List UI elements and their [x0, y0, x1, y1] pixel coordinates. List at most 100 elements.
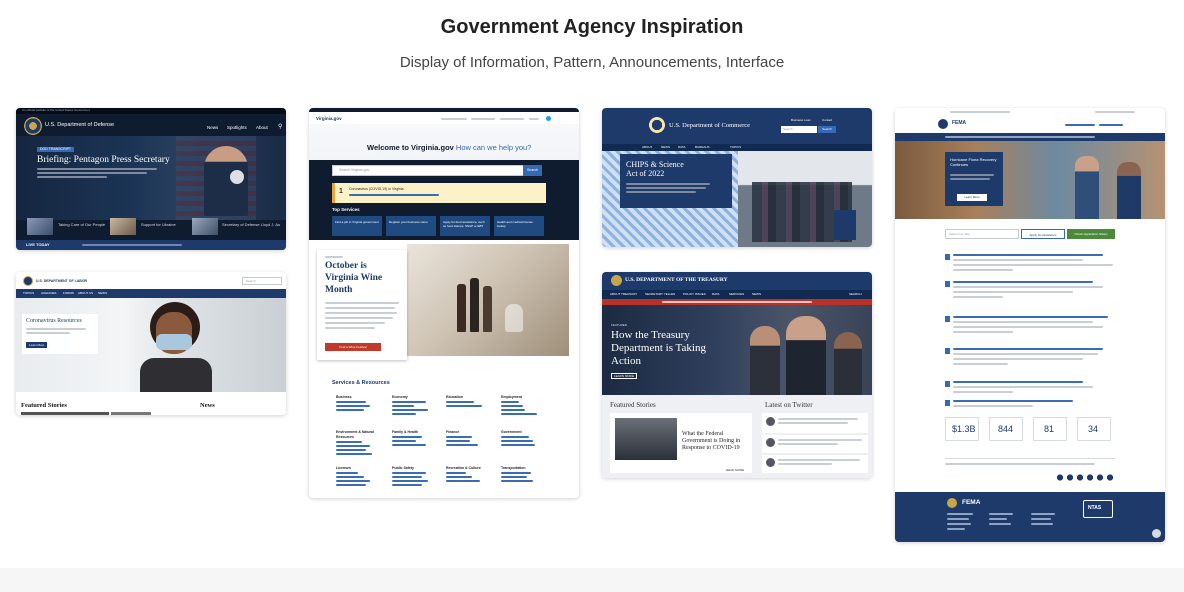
fema-check-button[interactable]: Check Application Status — [1067, 229, 1115, 239]
va-col-education[interactable]: Education — [446, 395, 463, 399]
dod-nav-spotlights[interactable]: Spotlights — [227, 125, 247, 130]
fema-footer — [895, 492, 1165, 542]
va-service-2[interactable] — [386, 216, 436, 236]
dol-news-image[interactable] — [111, 412, 151, 415]
news-doc-icon — [945, 316, 950, 322]
thumb-1-image[interactable] — [27, 218, 53, 235]
commerce-hero-title[interactable]: CHIPS & Science Act of 2022 — [626, 160, 696, 178]
va-search-placeholder: Search Virginia.gov — [339, 168, 370, 172]
va-service-2-label[interactable]: Register your business name — [389, 220, 433, 224]
card-commerce[interactable]: U.S. Department of Commerce Business Loa… — [602, 108, 872, 247]
fema-worker-1 — [1075, 156, 1099, 219]
commerce-nav-about[interactable]: ABOUT — [642, 145, 652, 149]
va-col-finance[interactable]: Finance — [446, 430, 459, 434]
treasury-story-button[interactable]: READ MORE — [726, 468, 744, 472]
thumb-2-image[interactable] — [110, 218, 136, 235]
treasury-nav-policy[interactable]: POLICY ISSUES — [683, 292, 706, 296]
commerce-nav-topics[interactable]: TOPICS — [730, 145, 741, 149]
card-fema[interactable]: FEMA Hurricane Fiona Recovery Continues … — [895, 108, 1165, 542]
dol-person-body — [140, 358, 212, 392]
dol-featured-heading: Featured Stories — [21, 402, 67, 409]
dod-nav-about[interactable]: About — [256, 125, 268, 130]
dol-nav-topics[interactable]: TOPICS — [23, 291, 34, 295]
dol-hero-button[interactable]: Learn More — [26, 342, 48, 348]
treasury-nav-data[interactable]: DATA — [712, 292, 720, 296]
va-col-employment[interactable]: Employment — [501, 395, 522, 399]
va-welcome-bold: Welcome to Virginia.gov — [367, 143, 454, 152]
back-to-top-icon[interactable] — [1152, 529, 1161, 538]
treasury-story-image[interactable] — [615, 418, 677, 460]
va-alert-box[interactable] — [332, 183, 546, 203]
treasury-search[interactable]: SEARCH — [849, 292, 862, 296]
commerce-search-button[interactable]: Search — [818, 126, 836, 133]
dod-nav-news[interactable]: News — [207, 125, 218, 130]
dod-headline[interactable]: Briefing: Pentagon Press Secretary — [37, 155, 170, 165]
va-service-4-label[interactable]: Health and medical license lookup — [497, 220, 541, 228]
wine-glass — [505, 304, 523, 332]
va-col-economy[interactable]: Economy — [392, 395, 408, 399]
va-welcome: Welcome to Virginia.gov How can we help … — [367, 143, 531, 152]
dol-story-image[interactable] — [21, 412, 109, 415]
live-label[interactable]: LIVE TODAY — [26, 242, 50, 247]
va-col-recreation[interactable]: Recreation & Culture — [446, 466, 481, 470]
va-col-public-safety[interactable]: Public Safety — [392, 466, 414, 470]
va-col-transportation[interactable]: Transportation — [501, 466, 526, 470]
va-service-3-label[interactable]: Apply for food assistance, such as food … — [443, 220, 487, 228]
treasury-nav-services[interactable]: SERVICES — [729, 292, 744, 296]
treasury-hero-title[interactable]: How the Treasury Department is Taking Ac… — [611, 329, 733, 368]
fema-stat-1-value: $1.3B — [952, 424, 976, 434]
commerce-link-business[interactable]: Business Loan — [791, 118, 811, 122]
treasury-nav-secretary[interactable]: SECRETARY YELLEN — [645, 292, 675, 296]
fema-hero-title[interactable]: Hurricane Fiona Recovery Continues — [950, 157, 998, 167]
card-virginia[interactable]: Virginia.gov Welcome to Virginia.gov How… — [309, 108, 579, 498]
card-dol[interactable]: U.S. DEPARTMENT OF LABOR Search TOPICS A… — [16, 272, 286, 415]
page-bottom-band — [0, 568, 1184, 592]
dol-nav-forms[interactable]: FORMS — [63, 291, 74, 295]
va-logo[interactable]: Virginia.gov — [316, 116, 342, 121]
va-alert-title[interactable]: Coronavirus (COVID-19) in Virginia — [349, 187, 404, 191]
fema-search-placeholder: Search our Site — [949, 232, 970, 236]
commerce-nav-news[interactable]: NEWS — [661, 145, 670, 149]
va-col-licenses[interactable]: Licenses — [336, 466, 351, 470]
twitter-icon[interactable] — [546, 116, 551, 121]
treasury-story-title[interactable]: What the Federal Government is Doing in … — [682, 431, 748, 452]
fema-footer-seal-icon — [947, 498, 957, 508]
va-service-1[interactable] — [332, 216, 382, 236]
treasury-nav-news[interactable]: NEWS — [752, 292, 761, 296]
thumb-3-caption[interactable]: Secretary of Defense Lloyd J. Austin III — [222, 222, 280, 227]
va-col-family[interactable]: Family & Health — [392, 430, 418, 434]
dol-nav-about[interactable]: ABOUT US — [78, 291, 93, 295]
va-col-government[interactable]: Government — [501, 430, 522, 434]
news-doc-icon — [945, 348, 950, 354]
play-button-icon[interactable] — [230, 170, 244, 184]
commerce-nav-bureaus[interactable]: BUREAUS — [695, 145, 710, 149]
va-col-business[interactable]: Business — [336, 395, 352, 399]
fema-hero-button[interactable]: Learn More — [957, 194, 987, 201]
commerce-link-contact[interactable]: Contact — [822, 118, 832, 122]
search-icon[interactable]: ⚲ — [278, 123, 282, 130]
va-col-environment[interactable]: Environment & Natural Resources — [336, 430, 386, 439]
dol-nav-agencies[interactable]: AGENCIES — [41, 291, 57, 295]
treasury-nav-about[interactable]: ABOUT TREASURY — [610, 292, 637, 296]
social-icons[interactable] — [1057, 474, 1115, 481]
thumb-1-caption[interactable]: Taking Care of Our People — [58, 222, 114, 227]
treasury-brand: U.S. DEPARTMENT OF THE TREASURY — [625, 277, 728, 283]
va-top-services: Top Services — [332, 207, 360, 212]
commerce-seal-icon — [648, 116, 666, 134]
va-service-1-label[interactable]: Find a job in Virginia government — [335, 220, 379, 224]
thumb-2-caption[interactable]: Support for Ukraine — [141, 222, 191, 227]
thumb-3-image[interactable] — [192, 218, 218, 235]
wine-bottle-1 — [457, 284, 466, 332]
treasury-hero-button[interactable]: LEARN MORE — [611, 373, 637, 379]
commerce-brand: U.S. Department of Commerce — [669, 122, 751, 129]
dol-hero-title[interactable]: Coronavirus Resources — [26, 318, 82, 324]
card-treasury[interactable]: U.S. DEPARTMENT OF THE TREASURY ABOUT TR… — [602, 272, 872, 478]
treasury-featured-heading: Featured Stories — [610, 401, 656, 409]
va-promo-title[interactable]: October is Virginia Wine Month — [325, 260, 401, 296]
commerce-nav-data[interactable]: DATA — [678, 145, 686, 149]
fema-apply-button[interactable]: Apply for Assistance — [1021, 229, 1065, 239]
va-search-button[interactable]: Search — [523, 165, 542, 176]
card-dod[interactable]: An official website of the United States… — [16, 108, 286, 250]
va-promo-button[interactable]: Find a Wine Festival — [325, 343, 381, 351]
dol-nav-news[interactable]: NEWS — [98, 291, 107, 295]
